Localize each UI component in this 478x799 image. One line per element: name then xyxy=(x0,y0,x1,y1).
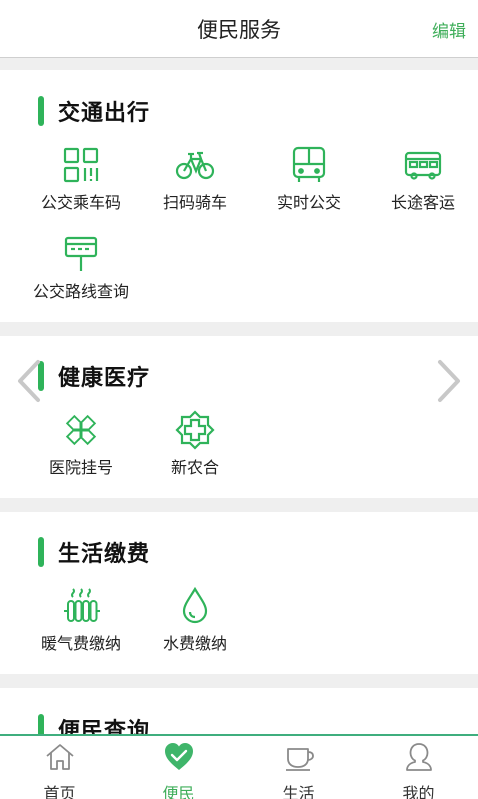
water-drop-icon xyxy=(175,586,215,626)
section-header: 便民查询 xyxy=(38,714,150,734)
section-health: 健康医疗 医院挂号 新农合 xyxy=(0,336,478,498)
service-label: 暖气费缴纳 xyxy=(40,634,121,653)
section-header: 交通出行 xyxy=(38,96,150,126)
service-label: 公交乘车码 xyxy=(40,193,121,212)
carousel-prev-arrow-icon[interactable] xyxy=(14,358,44,404)
person-icon xyxy=(403,741,435,773)
service-bike-scan[interactable]: 扫码骑车 xyxy=(135,145,255,225)
tab-label: 生活 xyxy=(282,784,315,799)
section-header: 生活缴费 xyxy=(38,537,150,567)
bus-stop-sign-icon xyxy=(61,234,101,274)
service-label: 公交路线查询 xyxy=(32,282,129,301)
section-title: 交通出行 xyxy=(58,101,151,126)
service-bus-pass[interactable]: 公交乘车码 xyxy=(21,145,141,225)
tab-label: 我的 xyxy=(402,784,435,799)
health-badge-icon xyxy=(175,410,215,450)
section-accent-bar xyxy=(38,96,44,126)
section-query: 便民查询 xyxy=(0,688,478,734)
service-realtime-bus[interactable]: 实时公交 xyxy=(249,145,369,225)
service-heating-fee[interactable]: 暖气费缴纳 xyxy=(21,586,141,666)
service-label: 水费缴纳 xyxy=(162,634,227,653)
section-title: 生活缴费 xyxy=(58,542,151,567)
section-transport: 交通出行 公交乘车码 扫码骑车 实时公交 长途客运 公交路线查询 xyxy=(0,70,478,322)
section-title: 便民查询 xyxy=(58,719,151,734)
service-hospital-registration[interactable]: 医院挂号 xyxy=(21,410,141,490)
coach-icon xyxy=(403,145,443,185)
page-title: 便民服务 xyxy=(197,18,281,42)
section-title: 健康医疗 xyxy=(58,366,151,391)
section-utilities: 生活缴费 暖气费缴纳 水费缴纳 xyxy=(0,512,478,674)
service-label: 长途客运 xyxy=(390,193,455,212)
service-water-fee[interactable]: 水费缴纳 xyxy=(135,586,255,666)
service-long-distance[interactable]: 长途客运 xyxy=(363,145,478,225)
radiator-icon xyxy=(61,586,101,626)
section-divider xyxy=(0,58,478,70)
service-label: 新农合 xyxy=(170,458,219,477)
section-accent-bar xyxy=(38,714,44,734)
section-divider xyxy=(0,674,478,688)
tab-convenience[interactable]: 便民 xyxy=(119,736,238,799)
tab-life[interactable]: 生活 xyxy=(239,736,358,799)
service-rural-insurance[interactable]: 新农合 xyxy=(135,410,255,490)
medical-cross-icon xyxy=(61,410,101,450)
tab-label: 便民 xyxy=(162,784,195,799)
carousel-next-arrow-icon[interactable] xyxy=(434,358,464,404)
tab-home[interactable]: 首页 xyxy=(0,736,119,799)
service-label: 扫码骑车 xyxy=(162,193,227,212)
bus-icon xyxy=(289,145,329,185)
bottom-tab-bar: 首页 便民 生活 我的 xyxy=(0,734,478,799)
service-label: 实时公交 xyxy=(276,193,341,212)
section-divider xyxy=(0,322,478,336)
edit-button[interactable]: 编辑 xyxy=(432,17,466,42)
section-accent-bar xyxy=(38,537,44,567)
tab-label: 首页 xyxy=(43,784,76,799)
qr-code-icon xyxy=(61,145,101,185)
tab-mine[interactable]: 我的 xyxy=(359,736,478,799)
top-bar: 便民服务 编辑 xyxy=(0,0,478,58)
section-divider xyxy=(0,498,478,512)
service-bus-route[interactable]: 公交路线查询 xyxy=(21,234,141,314)
coffee-cup-icon xyxy=(283,741,315,773)
heart-icon xyxy=(163,741,195,773)
bicycle-icon xyxy=(175,145,215,185)
home-icon xyxy=(44,741,76,773)
service-label: 医院挂号 xyxy=(48,458,113,477)
section-header: 健康医疗 xyxy=(38,361,150,391)
